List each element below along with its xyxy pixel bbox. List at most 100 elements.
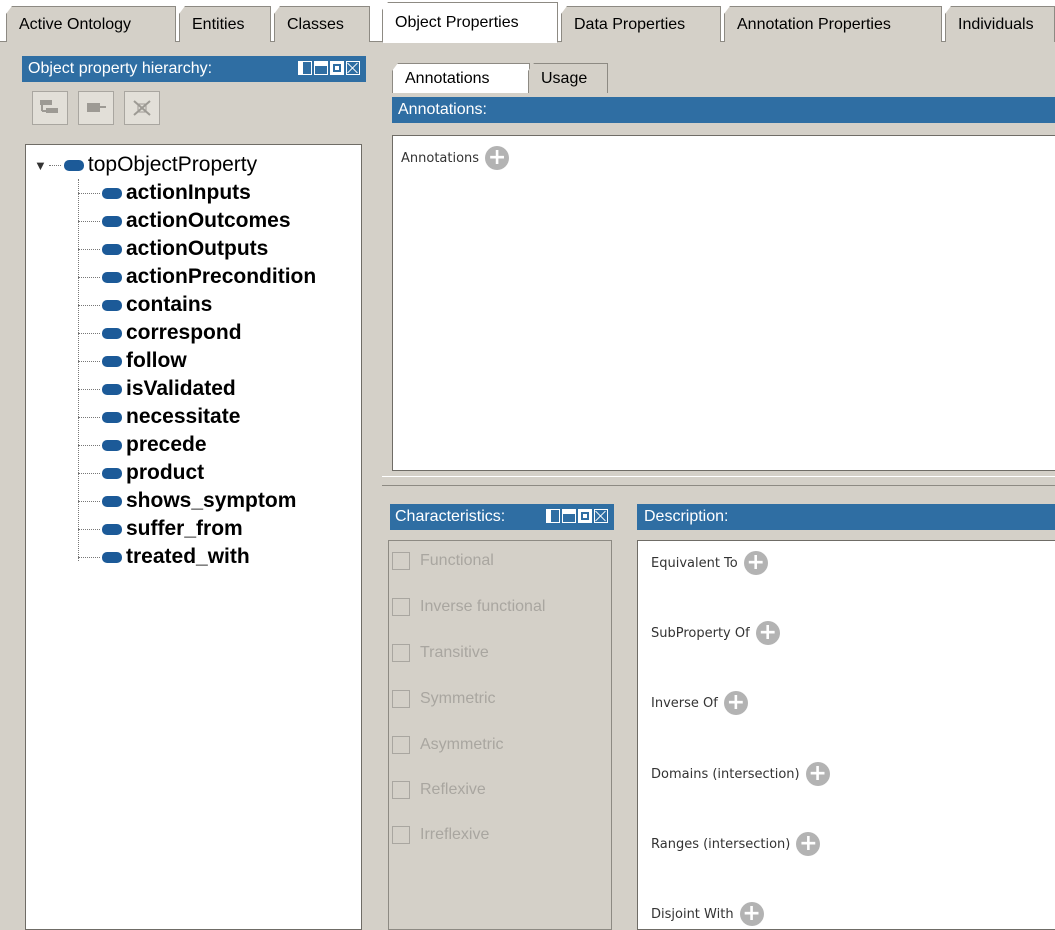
add-equivalent-icon[interactable]: + (743, 551, 768, 575)
add-disjoint-icon[interactable]: + (739, 902, 764, 926)
object-property-icon (102, 299, 122, 311)
tree-root[interactable]: ▼ topObjectProperty (34, 151, 257, 179)
tree-item[interactable]: suffer_from (78, 515, 243, 543)
ranges-row: Ranges (intersection) + (651, 832, 821, 856)
add-sub-property-button[interactable] (32, 91, 68, 125)
tab-entities[interactable]: Entities (179, 6, 271, 42)
object-property-icon (102, 523, 122, 535)
checkbox[interactable] (392, 644, 410, 662)
checkbox-transitive[interactable]: Transitive (392, 642, 489, 664)
tree-item-label: isValidated (126, 377, 236, 400)
tree-item[interactable]: actionOutputs (78, 235, 268, 263)
tree-item[interactable]: actionPrecondition (78, 263, 316, 291)
object-property-icon (102, 187, 122, 199)
annotations-panel: Annotations + (392, 135, 1055, 471)
tree-item[interactable]: precede (78, 431, 207, 459)
characteristics-header: Characteristics: (390, 504, 614, 530)
add-sub-property-icon (40, 100, 58, 113)
split-vertical-icon[interactable] (546, 509, 560, 523)
close-icon[interactable] (346, 61, 360, 75)
object-property-icon (102, 327, 122, 339)
checkbox[interactable] (392, 826, 410, 844)
maximize-icon[interactable] (330, 61, 344, 75)
tree-item-label: contains (126, 293, 213, 316)
splitter[interactable] (382, 476, 1055, 486)
tree-item-label: actionPrecondition (126, 265, 317, 288)
checkbox-asymmetric[interactable]: Asymmetric (392, 734, 504, 756)
tab-annotation-properties[interactable]: Annotation Properties (724, 6, 942, 42)
tab-classes[interactable]: Classes (274, 6, 370, 42)
add-domain-icon[interactable]: + (805, 762, 830, 786)
tree-item[interactable]: contains (78, 291, 212, 319)
object-property-icon (102, 467, 122, 479)
checkbox[interactable] (392, 690, 410, 708)
checkbox-inverse-functional[interactable]: Inverse functional (392, 596, 545, 618)
checkbox-irreflexive[interactable]: Irreflexive (392, 824, 489, 846)
tree-item-label: necessitate (126, 405, 241, 428)
tab-data-properties[interactable]: Data Properties (561, 6, 721, 42)
tree-item-label: actionInputs (126, 181, 251, 204)
tree-item-label: precede (126, 433, 207, 456)
checkbox[interactable] (392, 781, 410, 799)
tree-item-label: shows_symptom (126, 489, 297, 512)
checkbox[interactable] (392, 598, 410, 616)
tree-item-label: treated_with (126, 545, 250, 568)
tree-item[interactable]: isValidated (78, 375, 236, 403)
add-subproperty-icon[interactable]: + (755, 621, 780, 645)
close-icon[interactable] (594, 509, 608, 523)
checkbox-symmetric[interactable]: Symmetric (392, 688, 496, 710)
annotations-row: Annotations + (401, 146, 510, 170)
disjoint-with-row: Disjoint With + (651, 902, 764, 926)
panel-controls (298, 61, 360, 75)
add-sibling-property-button[interactable] (78, 91, 114, 125)
expand-arrow-icon[interactable]: ▼ (34, 158, 47, 173)
tree-item-label: actionOutcomes (126, 209, 291, 232)
split-vertical-icon[interactable] (298, 61, 312, 75)
tree-root-label: topObjectProperty (87, 153, 258, 176)
tree-item-label: correspond (126, 321, 242, 344)
object-property-icon (102, 383, 122, 395)
tree-item[interactable]: shows_symptom (78, 487, 296, 515)
checkbox-functional[interactable]: Functional (392, 550, 494, 572)
checkbox-reflexive[interactable]: Reflexive (392, 779, 486, 801)
tree-item[interactable]: follow (78, 347, 187, 375)
tree-item-label: actionOutputs (126, 237, 269, 260)
object-property-icon (63, 159, 84, 171)
annotations-header: Annotations: (392, 97, 1055, 123)
tree-item[interactable]: product (78, 459, 204, 487)
object-property-icon (102, 243, 122, 255)
tree-item[interactable]: correspond (78, 319, 242, 347)
main-tab-bar: Active Ontology Entities Classes Object … (0, 0, 1055, 43)
add-annotation-icon[interactable]: + (485, 146, 510, 170)
object-property-icon (102, 439, 122, 451)
tree-item[interactable]: necessitate (78, 403, 240, 431)
checkbox[interactable] (392, 736, 410, 754)
object-property-icon (102, 355, 122, 367)
tab-annotations[interactable]: Annotations (392, 63, 530, 93)
checkbox[interactable] (392, 552, 410, 570)
hierarchy-header: Object property hierarchy: (22, 56, 366, 82)
tab-active-ontology[interactable]: Active Ontology (6, 6, 176, 42)
split-horizontal-icon[interactable] (562, 509, 576, 523)
tab-usage[interactable]: Usage (528, 63, 608, 93)
object-property-hierarchy-panel: Object property hierarchy: ▼ topObjectPr… (22, 56, 366, 930)
tab-object-properties[interactable]: Object Properties (382, 2, 558, 43)
add-sibling-property-icon (87, 103, 106, 112)
domains-row: Domains (intersection) + (651, 762, 830, 786)
annotations-label: Annotations (401, 150, 480, 166)
tab-individuals[interactable]: Individuals (945, 6, 1055, 42)
add-inverse-icon[interactable]: + (723, 691, 748, 715)
tree-item[interactable]: actionInputs (78, 179, 251, 207)
description-header: Description: (637, 504, 1055, 530)
delete-property-button[interactable] (124, 91, 160, 125)
tree-item[interactable]: actionOutcomes (78, 207, 291, 235)
tree-item-label: suffer_from (126, 517, 243, 540)
tree-item[interactable]: treated_with (78, 543, 250, 571)
delete-icon (133, 100, 151, 116)
maximize-icon[interactable] (578, 509, 592, 523)
add-range-icon[interactable]: + (796, 832, 821, 856)
tree-item-label: follow (126, 349, 187, 372)
tree-item-label: product (126, 461, 205, 484)
characteristics-controls (546, 509, 608, 523)
split-horizontal-icon[interactable] (314, 61, 328, 75)
